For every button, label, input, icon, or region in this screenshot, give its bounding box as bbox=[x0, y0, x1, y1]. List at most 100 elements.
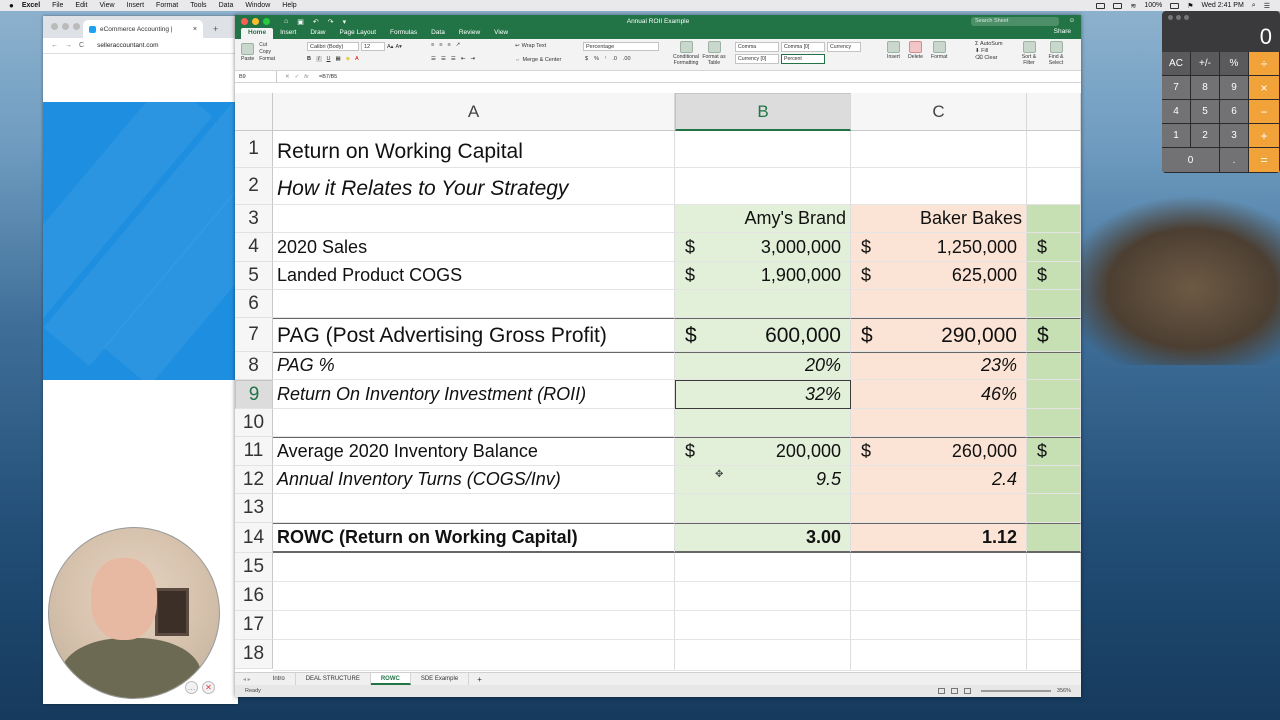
calc-key-1[interactable]: 1 bbox=[1162, 124, 1191, 148]
outdent-icon[interactable]: ⇤ bbox=[461, 56, 466, 62]
align-center-icon[interactable]: ☰ bbox=[441, 56, 446, 62]
wrap-text-button[interactable]: ↩ Wrap Text bbox=[515, 43, 546, 49]
tab-page-layout[interactable]: Page Layout bbox=[333, 28, 384, 39]
increase-font-icon[interactable]: A▴ bbox=[387, 44, 393, 50]
cell-d2[interactable] bbox=[1027, 168, 1081, 205]
formula-input[interactable]: =B7/B5 bbox=[319, 74, 337, 80]
style-percent[interactable]: Percent bbox=[781, 54, 825, 64]
delete-cells-button[interactable]: Delete bbox=[908, 41, 923, 60]
row-header-17[interactable]: 17 bbox=[235, 611, 273, 640]
apple-menu-icon[interactable]: ● bbox=[9, 1, 14, 10]
sheet-nav-arrows-icon[interactable]: ◂ ▸ bbox=[243, 676, 251, 683]
cell-d9[interactable] bbox=[1027, 380, 1081, 409]
browser-max-light[interactable] bbox=[73, 23, 80, 30]
cell-d18[interactable] bbox=[1027, 640, 1081, 671]
cell-b2[interactable] bbox=[675, 168, 851, 205]
cell-d8[interactable] bbox=[1027, 352, 1081, 380]
address-bar[interactable]: selleraccountant.com bbox=[97, 42, 158, 49]
row-header-16[interactable]: 16 bbox=[235, 582, 273, 611]
cell-d13[interactable] bbox=[1027, 494, 1081, 523]
align-bottom-icon[interactable]: ≡ bbox=[447, 42, 450, 48]
number-format-select[interactable]: Percentage bbox=[583, 42, 659, 51]
cell-d17[interactable] bbox=[1027, 611, 1081, 640]
display-icon[interactable] bbox=[1113, 2, 1123, 9]
cell-a11[interactable]: Average 2020 Inventory Balance bbox=[273, 437, 675, 466]
calc-key-percent[interactable]: % bbox=[1220, 52, 1249, 76]
cell-a18[interactable] bbox=[273, 640, 675, 671]
menu-view[interactable]: View bbox=[99, 2, 114, 9]
cell-b16[interactable] bbox=[675, 582, 851, 611]
comma-style-icon[interactable]: ⁾ bbox=[605, 56, 606, 62]
cell-b12[interactable]: 9.5 bbox=[675, 466, 851, 494]
row-header-18[interactable]: 18 bbox=[235, 640, 273, 669]
insert-cells-button[interactable]: Insert bbox=[887, 41, 900, 60]
tab-view[interactable]: View bbox=[487, 28, 515, 39]
normal-view-icon[interactable] bbox=[938, 688, 945, 694]
zoom-slider[interactable] bbox=[981, 690, 1051, 692]
cell-d15[interactable] bbox=[1027, 553, 1081, 582]
cell-b17[interactable] bbox=[675, 611, 851, 640]
cell-d5[interactable]: $ bbox=[1027, 262, 1081, 290]
row-header-14[interactable]: 14 bbox=[235, 523, 273, 553]
calc-key-equals[interactable]: = bbox=[1249, 148, 1280, 173]
row-header-7[interactable]: 7 bbox=[235, 318, 273, 352]
row-header-10[interactable]: 10 bbox=[235, 409, 273, 437]
cell-c8[interactable]: 23% bbox=[851, 352, 1027, 380]
cell-a12[interactable]: Annual Inventory Turns (COGS/Inv) bbox=[273, 466, 675, 494]
cell-a4[interactable]: 2020 Sales bbox=[273, 233, 675, 262]
cell-c2[interactable] bbox=[851, 168, 1027, 205]
decrease-font-icon[interactable]: A▾ bbox=[395, 44, 401, 50]
cell-c6[interactable] bbox=[851, 290, 1027, 318]
webcam-close-icon[interactable]: ✕ bbox=[202, 681, 215, 694]
calc-key-2[interactable]: 2 bbox=[1191, 124, 1220, 148]
close-tab-icon[interactable]: × bbox=[193, 26, 197, 33]
row-header-13[interactable]: 13 bbox=[235, 494, 273, 523]
menu-insert[interactable]: Insert bbox=[127, 2, 145, 9]
cell-c3[interactable]: Baker Bakes bbox=[851, 205, 1027, 233]
tab-data[interactable]: Data bbox=[424, 28, 452, 39]
underline-button[interactable]: U bbox=[327, 56, 331, 62]
calc-key-multiply[interactable]: × bbox=[1249, 76, 1280, 100]
cell-c1[interactable] bbox=[851, 131, 1027, 168]
sheet-tab-intro[interactable]: Intro bbox=[263, 673, 296, 685]
column-header-d[interactable] bbox=[1027, 93, 1081, 131]
control-center-icon[interactable]: ☰ bbox=[1264, 2, 1270, 10]
cell-c12[interactable]: 2.4 bbox=[851, 466, 1027, 494]
currency-button[interactable]: $ bbox=[585, 56, 588, 62]
account-icon[interactable]: ☺ bbox=[1068, 17, 1075, 24]
cell-c9[interactable]: 46% bbox=[851, 380, 1027, 409]
cell-d10[interactable] bbox=[1027, 409, 1081, 437]
cell-d12[interactable] bbox=[1027, 466, 1081, 494]
calc-close-light[interactable] bbox=[1168, 15, 1173, 20]
row-header-12[interactable]: 12 bbox=[235, 466, 273, 494]
flag-icon[interactable]: ⚑ bbox=[1187, 2, 1193, 10]
menu-tools[interactable]: Tools bbox=[190, 2, 206, 9]
sheet-tab-deal-structure[interactable]: DEAL STRUCTURE bbox=[296, 673, 371, 685]
cell-b18[interactable] bbox=[675, 640, 851, 671]
add-sheet-button[interactable]: + bbox=[477, 675, 482, 684]
calc-key-6[interactable]: 6 bbox=[1220, 100, 1249, 124]
merge-center-button[interactable]: ⇔ Merge & Center bbox=[515, 57, 561, 63]
copy-button[interactable]: Copy bbox=[259, 49, 275, 55]
cell-c14[interactable]: 1.12 bbox=[851, 523, 1027, 553]
menu-edit[interactable]: Edit bbox=[75, 2, 87, 9]
cell-d4[interactable]: $ bbox=[1027, 233, 1081, 262]
align-middle-icon[interactable]: ≡ bbox=[439, 42, 442, 48]
format-cells-button[interactable]: Format bbox=[931, 41, 947, 60]
row-header-8[interactable]: 8 bbox=[235, 352, 273, 380]
indent-icon[interactable]: ⇥ bbox=[470, 56, 475, 62]
cell-c5[interactable]: $625,000 bbox=[851, 262, 1027, 290]
italic-button[interactable]: I bbox=[315, 56, 322, 62]
cell-a1[interactable]: Return on Working Capital bbox=[273, 131, 675, 168]
clock[interactable]: Wed 2:41 PM bbox=[1202, 2, 1244, 9]
screen-record-icon[interactable] bbox=[1096, 2, 1106, 9]
font-name-select[interactable]: Calibri (Body) bbox=[307, 42, 359, 51]
cell-d11[interactable]: $ bbox=[1027, 437, 1081, 466]
cell-a7[interactable]: PAG (Post Advertising Gross Profit) bbox=[273, 318, 675, 352]
tab-formulas[interactable]: Formulas bbox=[383, 28, 424, 39]
cell-a3[interactable] bbox=[273, 205, 675, 233]
cell-c4[interactable]: $1,250,000 bbox=[851, 233, 1027, 262]
borders-icon[interactable]: ▦ bbox=[336, 56, 341, 62]
menu-file[interactable]: File bbox=[52, 2, 63, 9]
row-header-9[interactable]: 9 bbox=[235, 380, 273, 409]
